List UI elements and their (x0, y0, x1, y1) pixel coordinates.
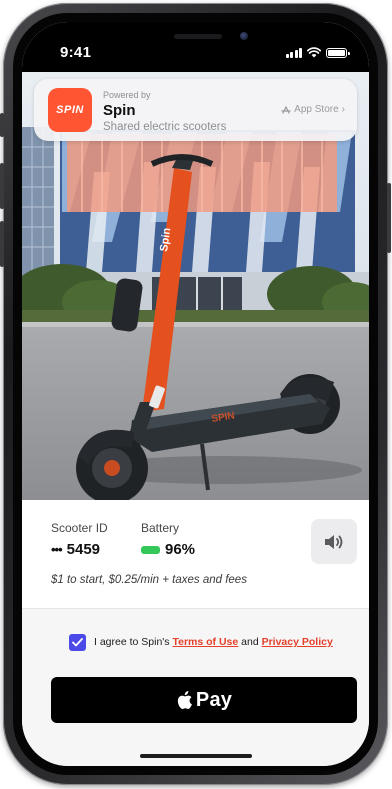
agreement-joiner: and (238, 636, 262, 648)
status-time: 9:41 (60, 44, 92, 61)
scooter-id-value: 5459 (66, 541, 101, 558)
checkmark-icon (72, 638, 83, 647)
app-clip-banner[interactable]: SPIN Powered by Spin Shared electric sco… (34, 79, 357, 141)
apple-pay-label: Pay (195, 688, 233, 711)
powered-by-label: Powered by (103, 90, 151, 100)
scooter-id-mask: ••• (51, 542, 63, 557)
chevron-right-icon: › (341, 104, 345, 115)
scooter-id-label: Scooter ID (51, 521, 108, 535)
agree-checkbox[interactable] (69, 634, 86, 651)
privacy-policy-link[interactable]: Privacy Policy (262, 636, 333, 648)
battery-label: Battery (141, 521, 180, 535)
spin-logo-text: SPIN (56, 104, 84, 116)
app-subtitle: Shared electric scooters (103, 121, 227, 133)
battery-level-icon (141, 545, 160, 554)
mute-switch (0, 113, 4, 137)
power-button (387, 183, 391, 253)
app-name: Spin (103, 102, 136, 119)
earpiece-speaker (174, 34, 222, 39)
battery-value-row: 96% (141, 541, 195, 558)
pricing-text: $1 to start, $0.25/min + taxes and fees (51, 574, 247, 586)
scooter-id-value-row: ••• 5459 (51, 541, 100, 558)
status-icons (285, 46, 350, 58)
front-camera (240, 32, 248, 40)
cellular-signal-icon (285, 47, 302, 58)
agreement-text: I agree to Spin's Terms of Use and Priva… (94, 636, 333, 648)
volume-up-button (0, 163, 4, 209)
app-store-icon (281, 105, 291, 114)
apple-pay-button[interactable]: Pay (51, 677, 357, 723)
app-store-label: App Store (294, 104, 339, 115)
volume-down-button (0, 221, 4, 267)
battery-value: 96% (165, 541, 196, 558)
agreement-prefix: I agree to Spin's (94, 636, 173, 648)
apple-logo-icon (177, 691, 192, 710)
phone-frame: 9:41 SPIN Spin SPIN Powered by Spin Shar… (0, 3, 391, 785)
spin-app-logo: SPIN (48, 88, 92, 132)
battery-status-icon (326, 48, 350, 58)
screen: 9:41 SPIN Spin SPIN Powered by Spin Shar… (22, 22, 369, 766)
ring-scooter-button[interactable] (311, 519, 357, 564)
status-bar: 9:41 (22, 22, 369, 72)
app-store-link[interactable]: App Store › (281, 104, 345, 115)
speaker-icon (325, 534, 343, 549)
home-indicator[interactable] (140, 754, 252, 758)
wifi-icon (307, 47, 321, 58)
terms-of-use-link[interactable]: Terms of Use (172, 636, 238, 648)
